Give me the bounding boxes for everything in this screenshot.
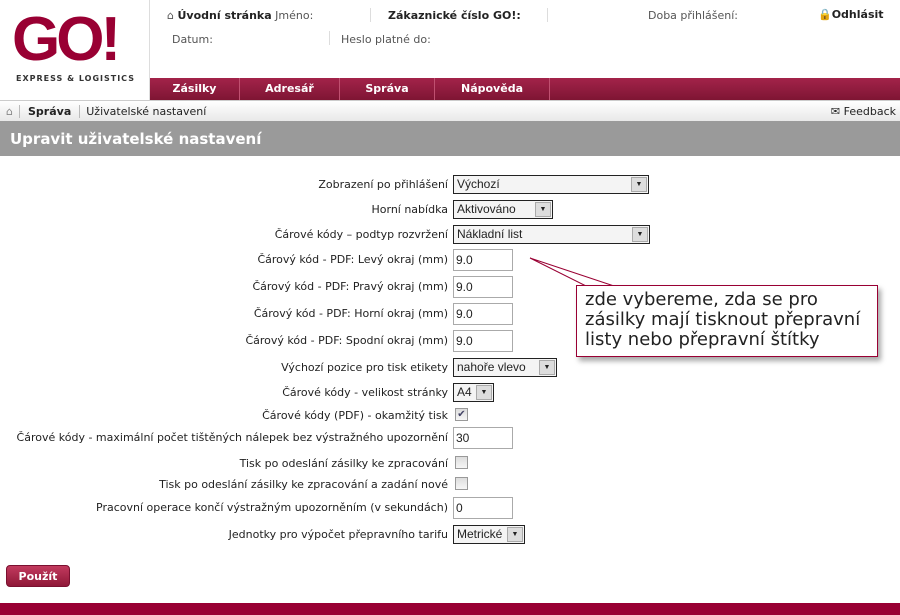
annotation-callout: zde vybereme, zda se pro zásilky mají ti… — [576, 285, 878, 357]
footer-bar — [0, 603, 900, 615]
callout-text: zde vybereme, zda se pro zásilky mají ti… — [585, 289, 861, 350]
